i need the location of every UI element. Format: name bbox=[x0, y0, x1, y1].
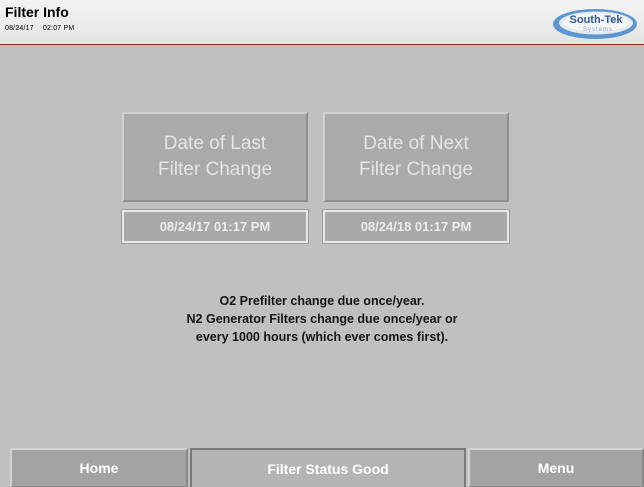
home-button[interactable]: Home bbox=[10, 448, 188, 487]
logo-text: South-Tek bbox=[570, 14, 624, 26]
info-line-3: every 1000 hours (which ever comes first… bbox=[195, 330, 449, 344]
next-filter-change-value: 08/24/18 01:17 PM bbox=[322, 209, 510, 244]
next-filter-change-label-line2: Filter Change bbox=[358, 159, 474, 180]
last-filter-change-value: 08/24/17 01:17 PM bbox=[121, 209, 309, 244]
filter-info-text: O2 Prefilter change due once/year. N2 Ge… bbox=[0, 292, 644, 346]
current-date: 08/24/17 bbox=[5, 25, 34, 32]
logo-subtext: Systems bbox=[583, 27, 613, 33]
info-line-1: O2 Prefilter change due once/year. bbox=[219, 294, 425, 308]
next-filter-change-button[interactable]: Date of Next Filter Change bbox=[323, 112, 509, 202]
last-filter-change-button[interactable]: Date of Last Filter Change bbox=[122, 112, 308, 202]
header-datetime: 08/24/17 02:07 PM bbox=[5, 25, 83, 32]
south-tek-logo: South-Tek Systems bbox=[552, 7, 638, 40]
header-bar: Filter Info 08/24/17 02:07 PM South-Tek S… bbox=[0, 0, 644, 45]
next-filter-change-label-line1: Date of Next bbox=[363, 133, 469, 154]
current-time: 02:07 PM bbox=[42, 25, 75, 32]
last-filter-change-label-line2: Filter Change bbox=[157, 159, 273, 180]
page-title: Filter Info bbox=[5, 4, 69, 20]
info-line-2: N2 Generator Filters change due once/yea… bbox=[186, 312, 458, 326]
last-filter-change-label-line1: Date of Last bbox=[163, 133, 267, 154]
menu-button[interactable]: Menu bbox=[468, 448, 644, 487]
filter-status-button[interactable]: Filter Status Good bbox=[190, 448, 466, 487]
